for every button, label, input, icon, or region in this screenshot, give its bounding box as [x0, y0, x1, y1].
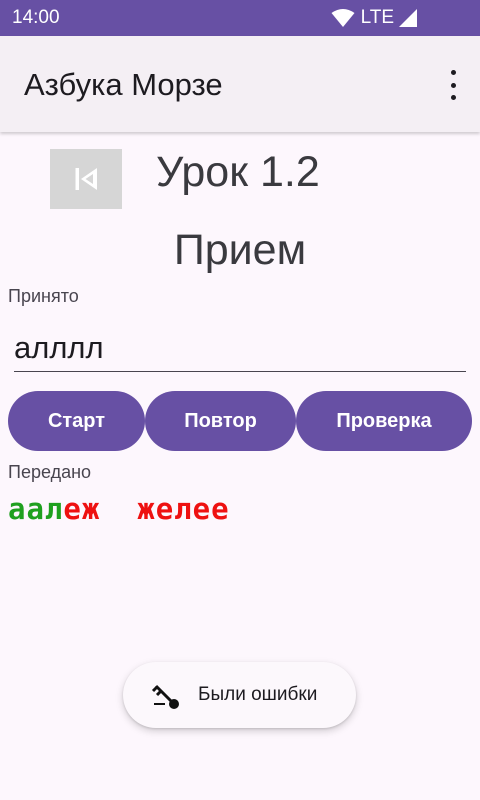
wifi-icon	[331, 9, 355, 27]
overflow-menu-icon[interactable]	[446, 70, 460, 100]
snackbar-text: Были ошибки	[198, 684, 318, 705]
lesson-title: Урок 1.2	[156, 148, 320, 196]
transmitted-wrong-part: еж желее	[63, 492, 230, 526]
status-icons: LTE	[331, 5, 418, 31]
start-button[interactable]: Старт	[8, 391, 145, 451]
received-label: Принято	[8, 286, 79, 306]
repeat-button[interactable]: Повтор	[145, 391, 296, 451]
app-title: Азбука Морзе	[24, 67, 223, 102]
skip-previous-icon	[75, 168, 97, 190]
check-button[interactable]: Проверка	[296, 391, 472, 451]
transmitted-text: аалеж желее	[8, 492, 230, 526]
transmitted-label: Передано	[8, 462, 92, 482]
received-input[interactable]: алллл	[14, 328, 466, 372]
signal-icon	[399, 9, 417, 27]
app-bar: Азбука Морзе	[0, 36, 480, 132]
status-time: 14:00	[12, 7, 60, 28]
key-icon	[151, 684, 179, 709]
snackbar: Были ошибки	[123, 662, 356, 728]
transmitted-correct-part: аал	[8, 492, 64, 526]
status-bar: 14:00 LTE	[0, 0, 480, 36]
network-type: LTE	[360, 7, 394, 28]
mode-title: Прием	[173, 226, 307, 274]
previous-lesson-button[interactable]	[50, 149, 122, 209]
